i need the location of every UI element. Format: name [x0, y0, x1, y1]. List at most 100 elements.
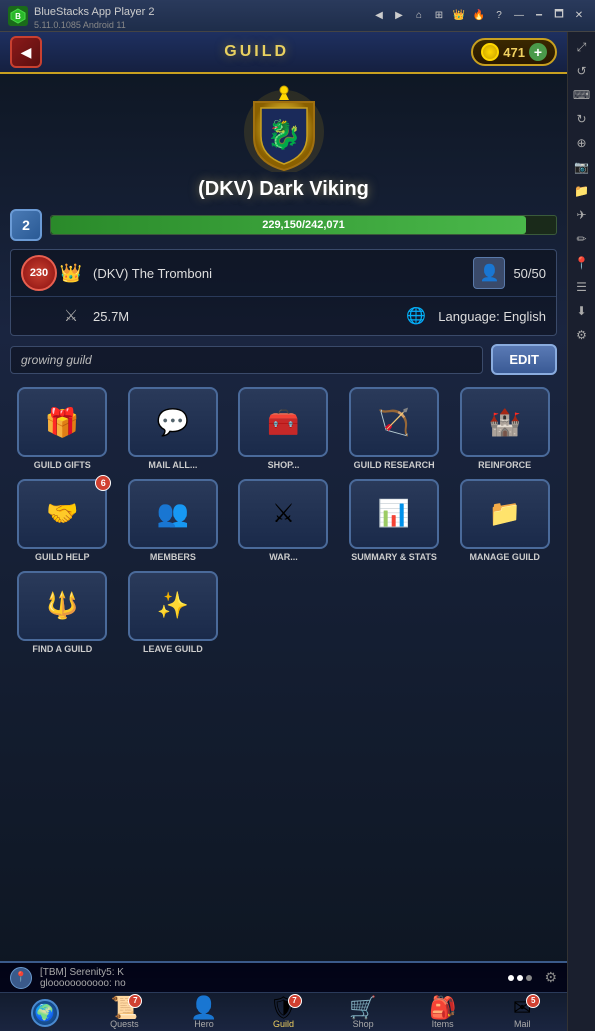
reinforce-icon: 🏰 [489, 407, 521, 438]
research-icon: 🏹 [378, 407, 410, 438]
leave-guild-item[interactable]: ✨ LEAVE GUILD [121, 571, 226, 655]
sidebar-download-icon[interactable]: ⬇ [571, 300, 593, 322]
app-version: 5.11.0.1085 Android 11 [34, 20, 371, 30]
nav-forward-btn[interactable]: ▶ [391, 8, 407, 24]
guild-gifts-icon-box[interactable]: 🎁 [17, 387, 107, 457]
sidebar-fullscreen-icon[interactable]: ⤢ [571, 36, 593, 58]
sidebar-camera-icon[interactable]: 📷 [571, 156, 593, 178]
mail-all-item[interactable]: 💬 MAIL ALL... [121, 387, 226, 471]
guild-research-label: GUILD RESEARCH [354, 460, 435, 471]
tab-quests[interactable]: 📜 7 Quests [85, 994, 165, 1031]
members-label: MEMBERS [150, 552, 196, 563]
tab-hero[interactable]: 👤 Hero [164, 994, 244, 1031]
find-guild-item[interactable]: 🔱 FIND A GUILD [10, 571, 115, 655]
level-badge: 2 [10, 209, 42, 241]
home-btn[interactable]: ⌂ [411, 8, 427, 24]
svg-text:B: B [15, 12, 21, 21]
app-switcher-btn[interactable]: ⊞ [431, 8, 447, 24]
sidebar-shake-icon[interactable]: ↻ [571, 108, 593, 130]
reinforce-item[interactable]: 🏰 REINFORCE [452, 387, 557, 471]
globe-icon: 🌐 [402, 302, 430, 330]
sidebar-layers-icon[interactable]: ☰ [571, 276, 593, 298]
guild-research-item[interactable]: 🏹 GUILD RESEARCH [342, 387, 447, 471]
shop-icon-box[interactable]: 🧰 [238, 387, 328, 457]
game-area: ◀ GUILD 471 + [0, 32, 567, 1031]
shop-item[interactable]: 🧰 SHOP... [231, 387, 336, 471]
sidebar-draw-icon[interactable]: ✏ [571, 228, 593, 250]
items-tab-icon: 🎒 [429, 998, 457, 1018]
guild-help-icon-box[interactable]: 6 🤝 [17, 479, 107, 549]
reinforce-icon-box[interactable]: 🏰 [460, 387, 550, 457]
notification-bar: 📍 [TBM] Serenity5: K glooooooooooo: no ⚙ [0, 963, 567, 993]
mail-all-label: MAIL ALL... [148, 460, 197, 471]
guild-name: (DKV) Dark Viking [10, 178, 557, 201]
hero-tab-icon: 👤 [190, 998, 218, 1018]
manage-guild-icon-box[interactable]: 📁 [460, 479, 550, 549]
war-icon-box[interactable]: ⚔ [238, 479, 328, 549]
settings-btn[interactable]: ⚙ [544, 969, 557, 986]
guild-research-icon-box[interactable]: 🏹 [349, 387, 439, 457]
sidebar-folder-icon[interactable]: 📁 [571, 180, 593, 202]
war-item[interactable]: ⚔ WAR... [231, 479, 336, 563]
mail-badge: 5 [526, 994, 540, 1008]
manage-icon: 📁 [489, 498, 521, 529]
sidebar-settings-icon[interactable]: ⚙ [571, 324, 593, 346]
guild-help-item[interactable]: 6 🤝 GUILD HELP [10, 479, 115, 563]
members-icon: 👥 [157, 498, 189, 529]
mail-all-icon-box[interactable]: 💬 [128, 387, 218, 457]
xp-bar-container: 229,150/242,071 [50, 215, 557, 235]
guild-power: 25.7M [93, 309, 402, 324]
maximize-btn[interactable]: 🗖 [551, 8, 567, 24]
currency-amount: 471 [503, 45, 525, 60]
tab-items[interactable]: 🎒 Items [403, 994, 483, 1031]
leave-guild-icon-box[interactable]: ✨ [128, 571, 218, 641]
leave-icon: ✨ [157, 590, 189, 621]
action-grid-row1: 🎁 GUILD GIFTS 💬 MAIL ALL... 🧰 SHOP... 🏹 [10, 387, 557, 471]
add-currency-button[interactable]: + [529, 43, 547, 61]
guild-emblem-section: 🐉 (DKV) Dark Viking [10, 82, 557, 201]
close-btn[interactable]: ✕ [571, 8, 587, 24]
find-guild-icon-box[interactable]: 🔱 [17, 571, 107, 641]
swords-icon: ⚔ [57, 302, 85, 330]
sidebar-keyboard-icon[interactable]: ⌨ [571, 84, 593, 106]
summary-stats-icon-box[interactable]: 📊 [349, 479, 439, 549]
tab-shop[interactable]: 🛒 Shop [323, 994, 403, 1031]
nav-back-btn[interactable]: ◀ [371, 8, 387, 24]
sidebar-location-icon[interactable]: 📍 [571, 252, 593, 274]
dot-1 [508, 975, 514, 981]
manage-guild-label: MANAGE GUILD [469, 552, 540, 563]
game-back-button[interactable]: ◀ [10, 36, 42, 68]
xp-bar-text: 229,150/242,071 [262, 219, 345, 231]
guild-help-badge: 6 [95, 475, 111, 491]
members-icon-box[interactable]: 👥 [128, 479, 218, 549]
tab-mail[interactable]: ✉ 5 Mail [482, 994, 562, 1031]
sidebar-airplane-icon[interactable]: ✈ [571, 204, 593, 226]
quests-tab-icon: 📜 7 [110, 998, 138, 1018]
menu-btn[interactable]: — [511, 8, 527, 24]
minimize-btn[interactable]: 🗕 [531, 8, 547, 24]
reinforce-label: REINFORCE [478, 460, 531, 471]
game-header: ◀ GUILD 471 + [0, 32, 567, 74]
members-item[interactable]: 👥 MEMBERS [121, 479, 226, 563]
quests-badge: 7 [128, 994, 142, 1008]
sidebar-volume-icon[interactable]: ⊕ [571, 132, 593, 154]
sidebar-rotate-icon[interactable]: ↺ [571, 60, 593, 82]
guild-leader-name: (DKV) The Tromboni [93, 266, 465, 281]
notif-detail: glooooooooooo: no [40, 978, 126, 989]
stats-icon: 📊 [378, 498, 410, 529]
guild-power-row: ⚔ 25.7M 🌐 Language: English [11, 297, 556, 335]
summary-stats-item[interactable]: 📊 SUMMARY & STATS [342, 479, 447, 563]
guild-info-rows: 230 👑 (DKV) The Tromboni 👤 50/50 ⚔ 25.7M… [10, 249, 557, 336]
tab-guild[interactable]: 🛡 7 Guild [244, 994, 324, 1031]
help-btn[interactable]: ? [491, 8, 507, 24]
manage-guild-item[interactable]: 📁 MANAGE GUILD [452, 479, 557, 563]
tab-globe[interactable]: 🌍 [5, 994, 85, 1031]
dot-2 [517, 975, 523, 981]
guild-gifts-item[interactable]: 🎁 GUILD GIFTS [10, 387, 115, 471]
fire-btn[interactable]: 🔥 [471, 8, 487, 24]
crown-btn[interactable]: 👑 [451, 8, 467, 24]
rank-number: 230 [30, 267, 48, 279]
edit-button[interactable]: EDIT [491, 344, 557, 375]
guild-gifts-label: GUILD GIFTS [34, 460, 91, 471]
member-count: 50/50 [513, 266, 546, 281]
